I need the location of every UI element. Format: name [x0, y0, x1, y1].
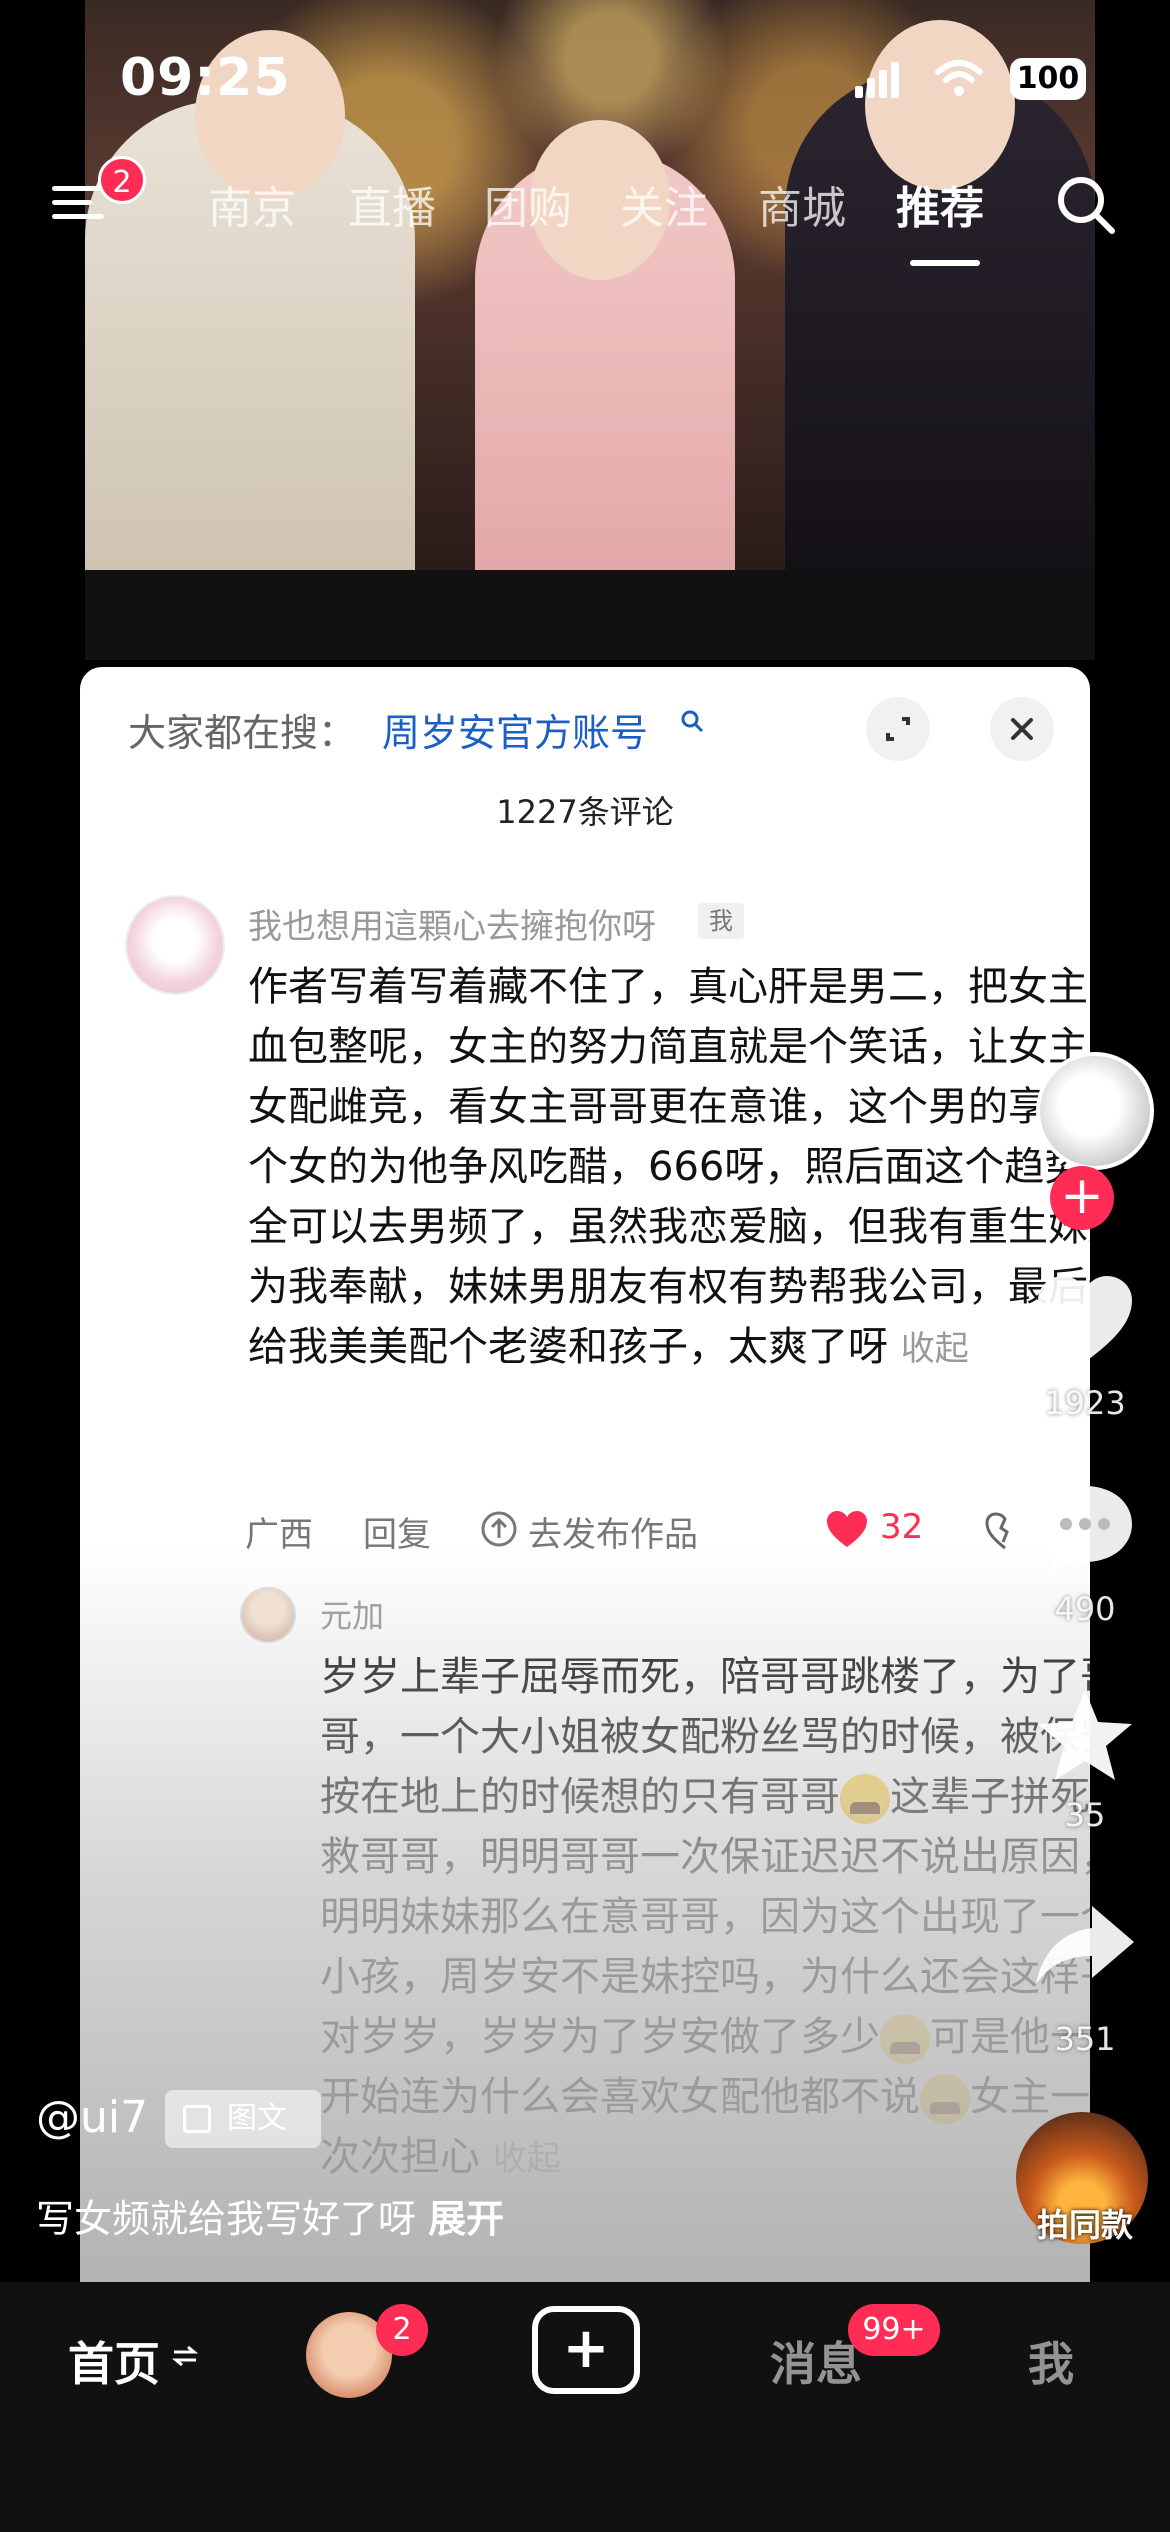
- search-suggestion-link[interactable]: 周岁安官方账号: [382, 702, 648, 757]
- reply-text: 岁岁上辈子屈辱而死，陪哥哥跳楼了，为了哥哥，一个大小姐被女配粉丝骂的时候，被保安…: [320, 1647, 1090, 2189]
- status-bar: 09:25 100: [0, 0, 1170, 150]
- comment-author[interactable]: 我也想用這顆心去擁抱你呀: [248, 899, 656, 948]
- like-count-side: 1923: [1044, 1384, 1126, 1422]
- reply-button[interactable]: 回复: [363, 1507, 431, 1556]
- comment-text: 作者写着写着藏不住了，真心肝是男二，把女主当血包整呢，女主的努力简直就是个笑话，…: [248, 957, 1090, 1379]
- tab-nanjing[interactable]: 南京: [208, 172, 296, 236]
- messages-badge: 99+: [848, 2304, 940, 2356]
- favorite-star-icon[interactable]: [1030, 1684, 1140, 1784]
- video-dark-band: [85, 570, 1095, 660]
- expand-button[interactable]: [866, 697, 930, 761]
- like-heart-icon[interactable]: [1030, 1270, 1140, 1370]
- tab-live[interactable]: 直播: [348, 172, 436, 236]
- expand-icon: [886, 717, 910, 741]
- search-hint-label: 大家都在搜：: [128, 711, 357, 755]
- battery-icon: 100: [1010, 58, 1086, 100]
- reply-avatar[interactable]: [240, 1587, 296, 1643]
- share-count-side: 351: [1054, 2020, 1116, 2058]
- follow-button[interactable]: +: [1050, 1166, 1114, 1230]
- switch-arrows-icon[interactable]: [172, 2344, 198, 2368]
- active-tab-indicator: [910, 260, 980, 266]
- comment-location: 广西: [245, 1515, 313, 1555]
- post-type-tag: 图文: [165, 2090, 321, 2148]
- app-root: 09:25 100 2 南京 直播 团购 关注 商城 推荐 大家都在搜： 周岁安…: [0, 0, 1170, 2532]
- status-time: 09:25: [120, 48, 291, 108]
- search-small-icon[interactable]: [680, 709, 704, 733]
- nav-home[interactable]: 首页: [68, 2328, 160, 2394]
- comment-count-side: 490: [1054, 1590, 1116, 1628]
- crying-emoji-icon: [880, 2014, 930, 2064]
- caption-text: 写女频就给我写好了呀: [36, 2197, 417, 2241]
- reply-author[interactable]: 元加: [320, 1591, 384, 1637]
- tab-following[interactable]: 关注: [620, 172, 708, 236]
- comments-panel: 大家都在搜： 周岁安官方账号 1227条评论 我也想用這顆心去擁抱你呀 我 作者…: [80, 667, 1090, 2287]
- search-icon[interactable]: [1055, 174, 1117, 236]
- tab-group-buy[interactable]: 团购: [484, 172, 572, 236]
- nav-me[interactable]: 我: [1028, 2328, 1074, 2394]
- create-post-button[interactable]: +: [532, 2306, 640, 2394]
- wifi-icon: [935, 60, 983, 96]
- close-button[interactable]: [990, 697, 1054, 761]
- broken-heart-icon[interactable]: [985, 1512, 1025, 1550]
- post-author[interactable]: @ui7: [36, 2092, 148, 2143]
- post-caption: 写女频就给我写好了呀 展开: [36, 2188, 504, 2243]
- nav-messages[interactable]: 消息: [770, 2328, 862, 2394]
- creator-avatar[interactable]: [1036, 1052, 1154, 1170]
- comment-bubble-icon[interactable]: [1030, 1478, 1140, 1578]
- comment-count: 1227条评论: [496, 793, 674, 831]
- image-text-icon: [183, 2105, 211, 2133]
- expand-link[interactable]: 展开: [428, 2197, 504, 2241]
- post-type-label: 图文: [227, 2101, 287, 2136]
- menu-icon[interactable]: [52, 180, 104, 224]
- crying-emoji-icon: [920, 2074, 970, 2124]
- publish-work-button[interactable]: 去发布作品: [528, 1507, 698, 1556]
- top-nav: 2 南京 直播 团购 关注 商城 推荐: [0, 156, 1170, 266]
- crying-emoji-icon: [840, 1774, 890, 1824]
- comment-avatar[interactable]: [125, 895, 225, 995]
- like-count: 32: [880, 1507, 924, 1547]
- heart-icon[interactable]: [825, 1509, 869, 1549]
- comment-body: 作者写着写着藏不住了，真心肝是男二，把女主当血包整呢，女主的努力简直就是个笑话，…: [248, 964, 1090, 1370]
- collapse-link[interactable]: 收起: [901, 1329, 969, 1369]
- same-style-label[interactable]: 拍同款: [1010, 2200, 1160, 2246]
- bottom-nav: 首页 2 + 消息 99+ 我: [0, 2282, 1170, 2532]
- close-icon: [1011, 718, 1033, 740]
- tab-recommended[interactable]: 推荐: [896, 172, 984, 236]
- collapse-link[interactable]: 收起: [493, 2139, 561, 2179]
- upload-icon: [481, 1511, 517, 1547]
- tab-mall[interactable]: 商城: [758, 172, 846, 236]
- favorite-count-side: 35: [1064, 1796, 1106, 1834]
- cellular-signal-icon: [855, 62, 899, 98]
- me-tag: 我: [698, 903, 744, 939]
- menu-badge: 2: [98, 156, 146, 204]
- friends-badge: 2: [376, 2304, 428, 2356]
- share-arrow-icon[interactable]: [1030, 1896, 1140, 1996]
